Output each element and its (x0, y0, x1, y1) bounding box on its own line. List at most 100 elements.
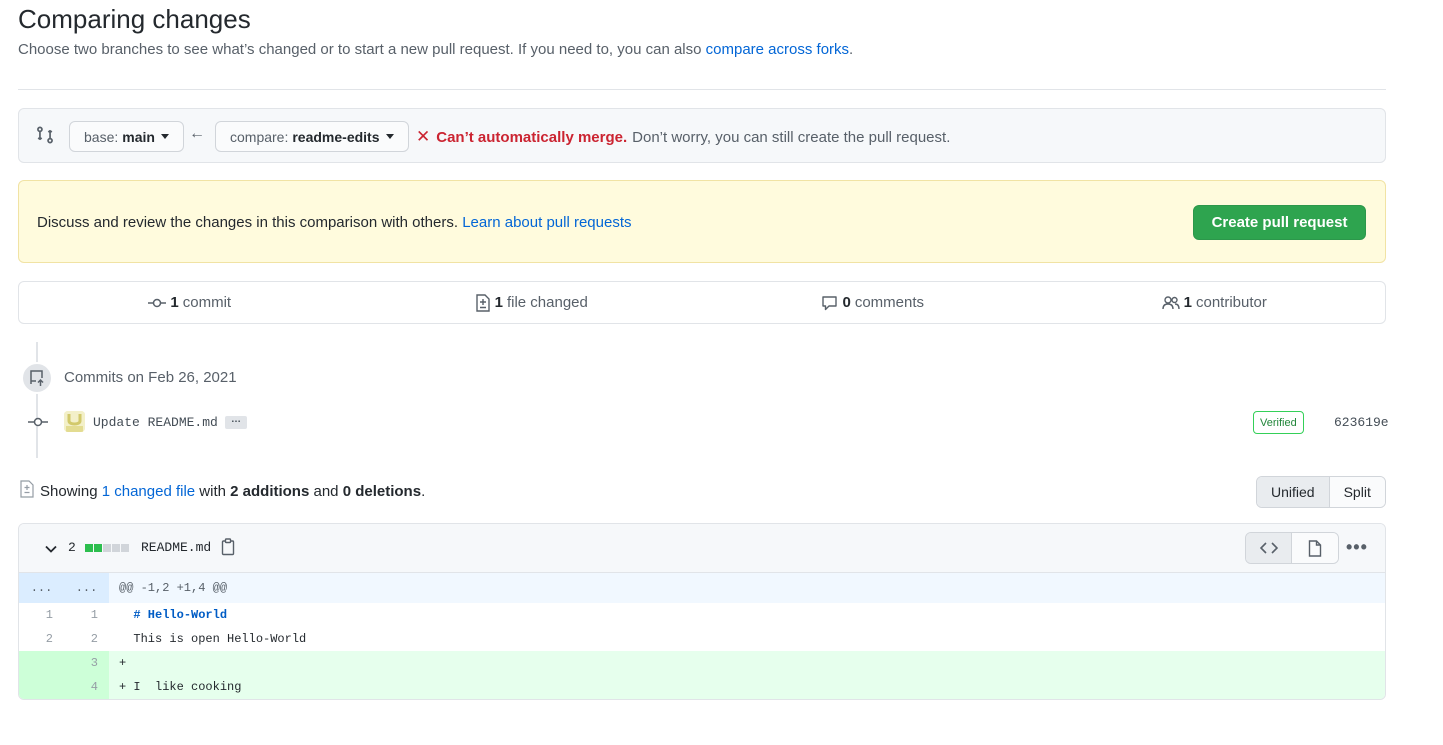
subtitle-text: Choose two branches to see what’s change… (18, 41, 706, 58)
hunk-header: ... ... @@ -1,2 +1,4 @@ (19, 573, 1385, 603)
merge-note: Don’t worry, you can still create the pu… (632, 128, 951, 146)
expand-commit-button[interactable]: … (225, 415, 247, 429)
file-header: 2 README.md ••• (19, 524, 1385, 573)
split-view-button[interactable]: Split (1329, 477, 1385, 507)
contributors-label: contributor (1195, 294, 1267, 311)
commits-label: commit (182, 294, 232, 311)
line-text: This is open Hello-World (133, 632, 307, 646)
flash-message: Discuss and review the changes in this c… (37, 214, 463, 231)
files-label: file changed (506, 294, 588, 311)
compare-flash: Discuss and review the changes in this c… (18, 180, 1386, 263)
base-branch-select[interactable]: base: main (69, 121, 184, 152)
line-number-left[interactable]: 2 (19, 632, 64, 646)
toc-with: with (195, 483, 231, 500)
header-divider (18, 89, 1386, 90)
compare-value: readme-edits (292, 128, 380, 145)
kebab-horizontal-icon[interactable]: ••• (1346, 537, 1368, 558)
diff-line: 2 2 This is open Hello-World (19, 627, 1385, 651)
expand-up-right[interactable]: ... (64, 573, 109, 603)
line-text: # Hello-World (133, 608, 228, 622)
compare-label: compare: (230, 128, 289, 145)
page-title: Comparing changes (18, 4, 251, 34)
file-diff: 2 README.md ••• ... ... @@ -1,2 +1,4 @@ … (18, 523, 1386, 700)
timeline-line (36, 342, 38, 458)
files-count: 1 (494, 294, 503, 311)
changed-files-link[interactable]: 1 changed file (102, 483, 195, 500)
compare-across-forks-link[interactable]: compare across forks (706, 41, 849, 58)
summary-comments: 0 comments (702, 282, 1044, 323)
diff-table: ... ... @@ -1,2 +1,4 @@ 1 1 # Hello-Worl… (19, 573, 1385, 699)
diff-view-toggle: Unified Split (1256, 476, 1386, 508)
diffstat-bar (85, 544, 129, 552)
line-text: I like cooking (126, 680, 242, 694)
line-number-right[interactable]: 4 (64, 675, 109, 699)
comment-icon (822, 295, 838, 310)
line-number-right[interactable]: 2 (64, 632, 109, 646)
line-prefix (119, 608, 126, 622)
arrow-left-icon: ← (189, 125, 205, 142)
verified-badge[interactable]: Verified (1253, 411, 1304, 434)
comments-label: comments (854, 294, 925, 311)
line-number-left[interactable] (19, 651, 64, 675)
toc-showing: Showing (40, 483, 102, 500)
merge-status: ✕ Can’t automatically merge. Don’t worry… (416, 127, 950, 147)
diff-code: This is open Hello-World (109, 632, 306, 646)
subtitle-end: . (849, 41, 854, 58)
file-icon (1308, 539, 1322, 557)
file-name-link[interactable]: README.md (141, 540, 211, 555)
rich-view-button[interactable] (1292, 533, 1338, 563)
diff-toc-summary: Showing 1 changed file with 2 additions … (40, 483, 425, 500)
contributors-count: 1 (1183, 294, 1192, 311)
line-number-left[interactable] (19, 675, 64, 699)
base-value: main (122, 128, 155, 145)
caret-down-icon (385, 134, 394, 139)
avatar[interactable] (64, 411, 85, 432)
line-number-right[interactable]: 1 (64, 608, 109, 622)
summary-commits[interactable]: 1 commit (19, 282, 361, 323)
range-editor: base: main ← compare: readme-edits ✕ Can… (18, 108, 1386, 163)
diff-line-addition: 3 + (19, 651, 1385, 675)
code-icon (1259, 542, 1278, 554)
code-view-button[interactable] (1246, 533, 1292, 563)
diff-line-addition: 4 + I like cooking (19, 675, 1385, 699)
expand-up-left[interactable]: ... (19, 573, 64, 603)
flash-text: Discuss and review the changes in this c… (37, 214, 632, 231)
x-icon: ✕ (416, 127, 431, 146)
learn-pull-requests-link[interactable]: Learn about pull requests (462, 214, 631, 231)
git-commit-icon (28, 417, 48, 427)
merge-conflict-text: Can’t automatically merge. (436, 128, 628, 146)
commits-date-heading: Commits on Feb 26, 2021 (64, 369, 237, 386)
chevron-down-icon[interactable] (44, 542, 58, 556)
commits-count: 1 (170, 294, 179, 311)
numbers-summary: 1 commit 1 file changed 0 comments 1 con… (18, 281, 1386, 324)
file-diff-icon (20, 480, 34, 498)
toc-and: and (309, 483, 343, 500)
summary-files[interactable]: 1 file changed (361, 282, 703, 323)
commit-sha-link[interactable]: 623619e (1334, 415, 1389, 430)
diffstat-count: 2 (68, 540, 76, 555)
additions-count: 2 additions (230, 483, 310, 500)
summary-contributors[interactable]: 1 contributor (1044, 282, 1386, 323)
diff-code: # Hello-World (109, 608, 227, 622)
toc-end: . (421, 483, 426, 500)
hunk-text: @@ -1,2 +1,4 @@ (119, 581, 228, 595)
line-number-left[interactable]: 1 (19, 608, 64, 622)
unified-view-button[interactable]: Unified (1257, 477, 1330, 507)
file-view-actions (1245, 532, 1339, 564)
comments-count: 0 (842, 294, 851, 311)
commit-message-link[interactable]: Update README.md (93, 415, 218, 430)
clipboard-icon[interactable] (221, 538, 235, 556)
compare-branch-select[interactable]: compare: readme-edits (215, 121, 409, 152)
caret-down-icon (160, 134, 169, 139)
diff-code: + (109, 656, 126, 670)
line-number-right[interactable]: 3 (64, 651, 109, 675)
people-icon (1161, 295, 1180, 309)
line-prefix (119, 632, 126, 646)
repo-push-icon (21, 362, 53, 394)
line-prefix: + (119, 656, 127, 670)
create-pull-request-button[interactable]: Create pull request (1193, 205, 1366, 240)
git-compare-icon (37, 126, 53, 144)
diff-line: 1 1 # Hello-World (19, 603, 1385, 627)
git-commit-icon (148, 298, 167, 307)
base-label: base: (84, 128, 119, 145)
